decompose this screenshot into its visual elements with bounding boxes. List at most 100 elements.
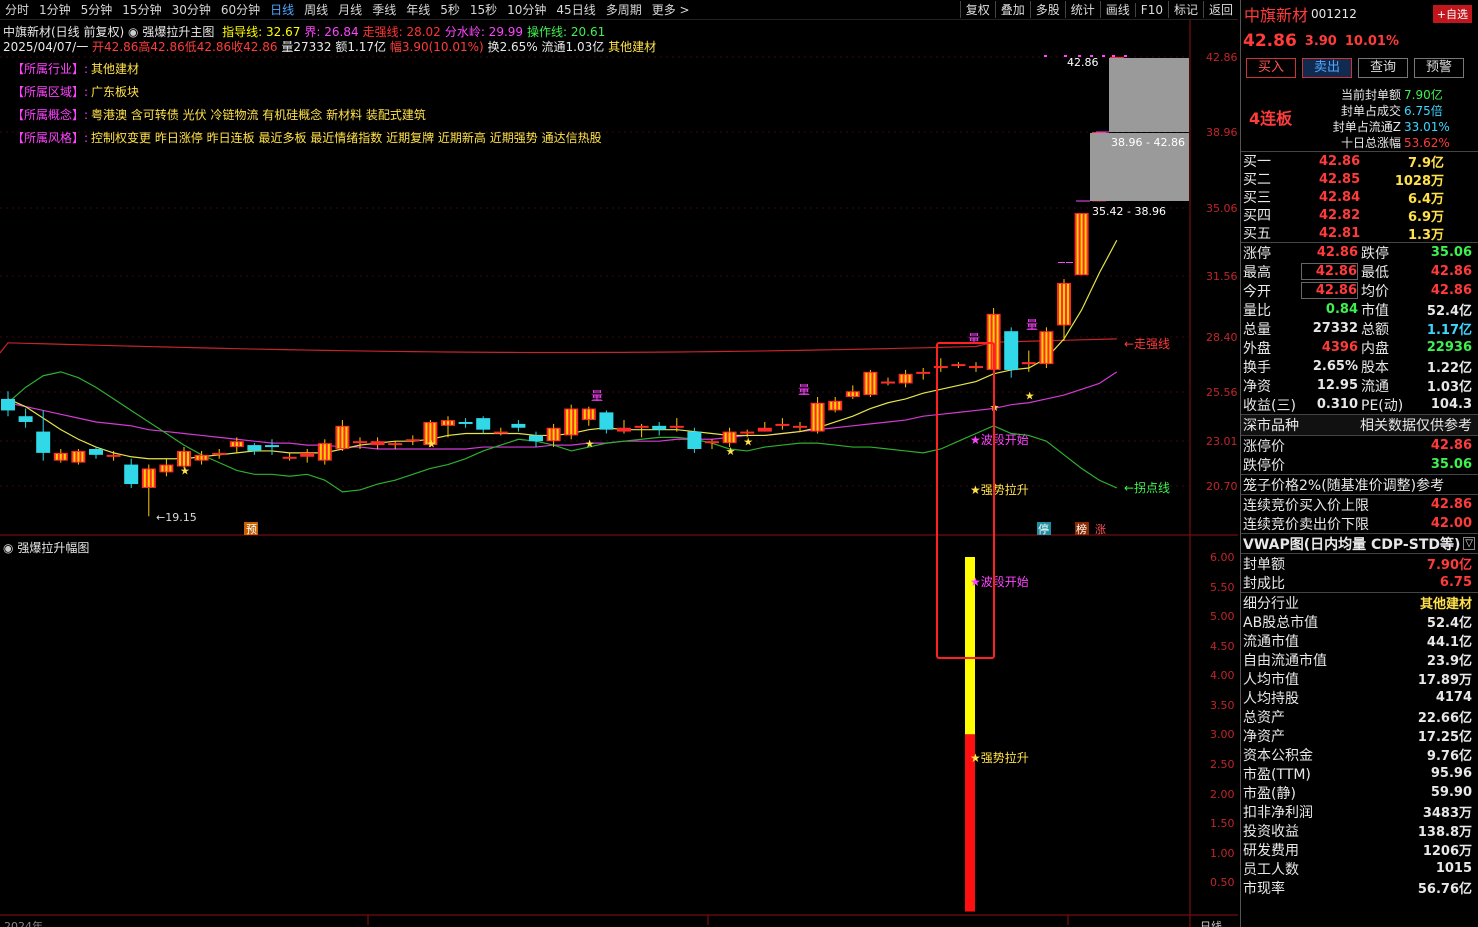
candle-stripe	[820, 403, 823, 431]
toolbar-button[interactable]: 统计	[1064, 1, 1100, 18]
kline-chart[interactable]: 42.86 38.96 35.06 31.56 28.40 25.56 23.01 20.70…	[0, 20, 1238, 927]
time-axis-label: 2024年	[4, 919, 43, 927]
timeframe-tab[interactable]: 30分钟	[167, 1, 216, 18]
sub-strong-rise-label: ★强势拉升	[970, 750, 1029, 765]
fundamental-value: 17.89万	[1417, 673, 1472, 688]
toolbar-button[interactable]: 返回	[1202, 1, 1238, 18]
timeframe-tab[interactable]: 10分钟	[502, 1, 551, 18]
timeframe-tab[interactable]: 分时	[0, 1, 34, 18]
candle-stripe	[574, 409, 577, 435]
time-axis-unit: 日线	[1200, 919, 1222, 927]
candle-stripe	[847, 392, 850, 396]
limit-value: 42.86	[1430, 438, 1472, 453]
timeframe-tab[interactable]: 季线	[367, 1, 401, 18]
candle-body	[634, 425, 649, 428]
toolbar-button[interactable]: 多股	[1029, 1, 1065, 18]
limit-row: 涨停价 42.86	[1241, 436, 1478, 455]
bid-row[interactable]: 买四 42.82 6.9万	[1241, 206, 1478, 225]
timeframe-tab[interactable]: 15分钟	[117, 1, 166, 18]
bar-open: 开42.86	[92, 40, 139, 54]
wave-start-label: ★波段开始	[970, 432, 1029, 447]
sub-indicator-icon[interactable]: ◉	[3, 541, 13, 555]
stat-value: 42.86	[1430, 283, 1472, 298]
vwap-title[interactable]: VWAP图(日内均量 CDP-STD等)	[1243, 534, 1460, 554]
candle-body	[89, 448, 103, 455]
trade-button[interactable]: 查询	[1358, 58, 1408, 78]
timeframe-tab[interactable]: 15秒	[465, 1, 502, 18]
bid-row[interactable]: 买三 42.84 6.4万	[1241, 188, 1478, 207]
candle-body	[493, 431, 508, 434]
fundamental-value: 59.90	[1430, 785, 1472, 800]
timeframe-tab[interactable]: 1分钟	[34, 1, 76, 18]
toolbar-button[interactable]: 画线	[1099, 1, 1135, 18]
fundamental-value: 17.25亿	[1417, 730, 1472, 745]
stat-row: 今开 42.86 均价 42.86	[1241, 281, 1478, 300]
candle-stripe	[77, 451, 80, 462]
bid-price: 42.84	[1319, 189, 1361, 205]
cage-row: 连续竞价卖出价下限 42.00	[1241, 514, 1478, 533]
trade-button[interactable]: 卖出	[1302, 58, 1352, 78]
vwap-expand-icon[interactable]: ▽	[1463, 537, 1475, 550]
trade-button[interactable]: 预警	[1414, 58, 1464, 78]
bid-price: 42.85	[1319, 171, 1361, 187]
timeframe-tab[interactable]: 60分钟	[216, 1, 265, 18]
price-tick-label: 35.06	[1206, 202, 1238, 215]
seal2-row: 封单额 7.90亿	[1241, 554, 1478, 574]
candle-body	[36, 431, 51, 453]
stat-key: 市值	[1361, 302, 1389, 319]
timeframe-tab[interactable]: 5秒	[435, 1, 465, 18]
toolbar-button[interactable]: F10	[1134, 2, 1168, 17]
candle-stripe	[855, 392, 858, 396]
timeframe-tab[interactable]: 周线	[299, 1, 333, 18]
candle-body	[916, 371, 931, 374]
fundamental-key: 投资收益	[1243, 823, 1299, 840]
fundamental-row: 流通市值 44.1亿	[1241, 631, 1478, 651]
fundamental-row: 扣非净利润 3483万	[1241, 802, 1478, 822]
timeframe-tab[interactable]: 年线	[401, 1, 435, 18]
candle-body	[265, 445, 279, 448]
add-favorite-button[interactable]: +自选	[1432, 5, 1472, 23]
bid-row[interactable]: 买二 42.85 1028万	[1241, 170, 1478, 189]
indicator-name[interactable]: 强爆拉升主图	[142, 25, 214, 39]
cage-row: 连续竞价买入价上限 42.86	[1241, 495, 1478, 514]
candle-body	[247, 445, 262, 451]
bid-row[interactable]: 买一 42.86 7.9亿	[1241, 152, 1478, 171]
candle-stripe	[728, 432, 731, 443]
candle-stripe	[337, 426, 340, 448]
high-price-label: 42.86	[1067, 56, 1099, 69]
toolbar-button[interactable]: 叠加	[994, 1, 1030, 18]
candle-body	[951, 364, 966, 367]
sub-chart-header: ◉ 强爆拉升幅图	[3, 539, 89, 556]
candle-stripe	[566, 409, 569, 435]
fundamental-row: 员工人数 1015	[1241, 859, 1478, 878]
seal-key: 当前封单额	[1340, 88, 1401, 102]
candle-stripe	[323, 444, 326, 460]
indicator-dropdown-icon[interactable]: ◉	[128, 25, 138, 39]
fundamental-value: 52.4亿	[1426, 616, 1472, 631]
trade-button[interactable]: 买入	[1246, 58, 1296, 78]
tag-value: 其他建材	[91, 62, 140, 76]
bar-date: 2025/04/07/一	[3, 40, 89, 54]
timeframe-tab[interactable]: 5分钟	[76, 1, 118, 18]
chart-area[interactable]: 42.86 38.96 35.06 31.56 28.40 25.56 23.01 20.70…	[0, 20, 1238, 927]
timeframe-tab[interactable]: 日线	[265, 1, 299, 18]
seal-value: 7.90亿	[1404, 88, 1443, 102]
candle-body	[652, 425, 667, 430]
bar-close: 收42.86	[231, 40, 278, 54]
limit-up-mark: 涨	[1095, 523, 1106, 536]
sub-wave-start-label: ★波段开始	[970, 574, 1029, 589]
bid-volume: 6.9万	[1407, 209, 1444, 225]
toolbar-button[interactable]: 标记	[1167, 1, 1203, 18]
toolbar-button[interactable]: 复权	[959, 1, 995, 18]
stat-row: 外盘 4396 内盘 22936	[1241, 338, 1478, 357]
timeframe-tab[interactable]: 45日线	[551, 1, 600, 18]
signal-star: ★	[726, 445, 736, 458]
bid-row[interactable]: 买五 42.81 1.3万	[1241, 224, 1478, 243]
bid-price: 42.82	[1319, 207, 1361, 223]
timeframe-tab[interactable]: 更多 >	[647, 1, 695, 18]
candle-body	[458, 421, 473, 424]
stat-key: 总量	[1243, 321, 1271, 338]
timeframe-tab[interactable]: 多周期	[601, 1, 647, 18]
timeframe-tab[interactable]: 月线	[333, 1, 367, 18]
stat-value: 35.06	[1430, 245, 1472, 260]
